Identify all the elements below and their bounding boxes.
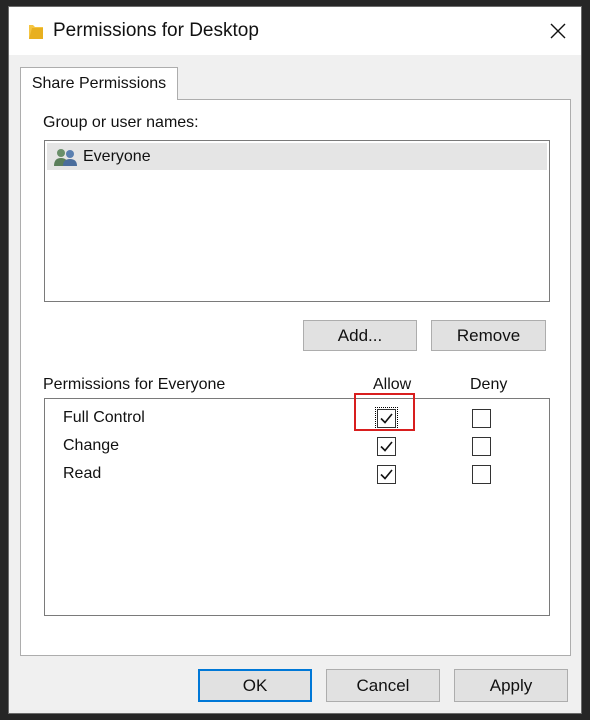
remove-button[interactable]: Remove bbox=[431, 320, 546, 351]
permission-row-read: Read bbox=[45, 461, 549, 489]
add-button[interactable]: Add... bbox=[303, 320, 417, 351]
title-bar: Permissions for Desktop bbox=[9, 7, 581, 55]
allow-checkbox-change[interactable] bbox=[377, 437, 396, 456]
deny-column-header: Deny bbox=[470, 376, 508, 393]
cancel-button[interactable]: Cancel bbox=[326, 669, 440, 702]
permissions-list: Full Control Change Read bbox=[44, 398, 550, 616]
checkmark-icon bbox=[380, 413, 393, 424]
checkmark-icon bbox=[380, 469, 393, 480]
close-icon bbox=[550, 23, 566, 39]
folder-icon bbox=[28, 21, 44, 41]
tab-share-permissions[interactable]: Share Permissions bbox=[20, 67, 178, 100]
group-user-listbox[interactable]: Everyone bbox=[44, 140, 550, 302]
deny-checkbox-change[interactable] bbox=[472, 437, 491, 456]
permission-row-full-control: Full Control bbox=[45, 405, 549, 433]
allow-column-header: Allow bbox=[373, 376, 412, 393]
ok-button[interactable]: OK bbox=[198, 669, 312, 702]
list-item-label: Everyone bbox=[83, 147, 151, 165]
list-item-everyone[interactable]: Everyone bbox=[47, 143, 547, 170]
user-group-icon bbox=[53, 147, 79, 167]
permission-name: Full Control bbox=[63, 409, 145, 426]
permission-name: Read bbox=[63, 465, 102, 482]
checkmark-icon bbox=[380, 441, 393, 452]
deny-checkbox-read[interactable] bbox=[472, 465, 491, 484]
permission-name: Change bbox=[63, 437, 120, 454]
permissions-for-label: Permissions for Everyone bbox=[43, 376, 226, 393]
close-button[interactable] bbox=[535, 7, 581, 55]
window-title: Permissions for Desktop bbox=[53, 20, 259, 41]
allow-checkbox-full-control[interactable] bbox=[375, 407, 398, 430]
group-user-names-label: Group or user names: bbox=[43, 114, 199, 131]
allow-checkbox-read[interactable] bbox=[377, 465, 396, 484]
permissions-dialog: Permissions for Desktop Share Permission… bbox=[8, 6, 582, 714]
apply-button[interactable]: Apply bbox=[454, 669, 568, 702]
permission-row-change: Change bbox=[45, 433, 549, 461]
share-permissions-panel: Group or user names: Everyone Add... Rem… bbox=[20, 99, 571, 656]
deny-checkbox-full-control[interactable] bbox=[472, 409, 491, 428]
